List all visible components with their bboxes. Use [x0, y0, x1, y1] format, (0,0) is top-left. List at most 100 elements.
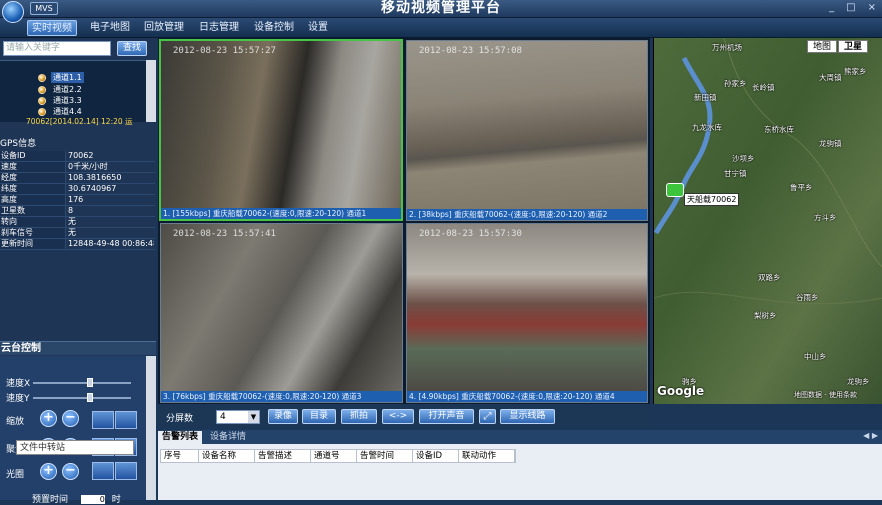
tree-scrollbar[interactable] — [146, 60, 156, 122]
gps-row: 经度 108.3816650 — [0, 173, 155, 184]
video-frame — [161, 224, 402, 391]
tab-scroll-arrows-icon[interactable]: ◀ ▶ — [863, 431, 878, 440]
gps-row: 刹车信号无 — [0, 228, 155, 239]
alarm-tabs: 告警列表 设备详情 ◀ ▶ — [158, 430, 882, 444]
ptz-up-left-button[interactable] — [92, 411, 114, 429]
map-tab-satellite[interactable]: 卫星 — [838, 40, 868, 53]
column-header: 设备ID — [413, 450, 459, 462]
gps-row: 卫星数 8 — [0, 206, 155, 217]
iris-close-button[interactable]: − — [62, 463, 79, 480]
menu-device-control[interactable]: 设备控制 — [252, 20, 296, 36]
menu-playback[interactable]: 回放管理 — [142, 20, 186, 36]
app-title: 移动视频管理平台 — [381, 0, 501, 16]
snapshot-button[interactable]: 抓拍 — [341, 409, 377, 424]
maximize-icon[interactable]: □ — [846, 2, 855, 13]
speed-x-label: 速度X — [6, 379, 31, 389]
gps-row: 速度 0千米/小时 — [0, 162, 155, 173]
speed-x-knob[interactable] — [86, 378, 93, 387]
map-place-label: 谷雨乡 — [796, 293, 819, 302]
vehicle-label[interactable]: 天船载70062 — [684, 193, 740, 206]
zoom-in-button[interactable]: + — [40, 410, 57, 427]
zoom-out-button[interactable]: − — [62, 410, 79, 427]
ptz-panel: 速度X 速度Y 缩放 + − 聚焦 + − 光圈 + − — [0, 356, 146, 500]
map-place-label: 万州机场 — [712, 43, 742, 52]
map-place-label: 孙家乡 — [724, 79, 747, 88]
video-timestamp: 2012-08-23 15:57:30 — [419, 229, 522, 239]
split-count-select[interactable]: 4 ▼ — [216, 410, 260, 424]
map-tab-map[interactable]: 地图 — [807, 40, 837, 53]
open-sound-button[interactable]: 打开声音 — [419, 409, 474, 424]
tab-device-detail[interactable]: 设备详情 — [206, 431, 250, 444]
video-tile-2[interactable]: 2012-08-23 15:57:08 2. [38kbps] 重庆船载7006… — [406, 40, 648, 221]
menu-bar: 实时视频 电子地图 回放管理 日志管理 设备控制 设置 — [0, 18, 882, 38]
fullscreen-icon[interactable]: ⤢ — [479, 409, 496, 424]
menu-settings[interactable]: 设置 — [306, 20, 330, 36]
video-timestamp: 2012-08-23 15:57:27 — [173, 46, 276, 56]
map-place-label: 大周镇 — [819, 73, 842, 82]
map-place-label: 双路乡 — [758, 273, 781, 282]
directory-button[interactable]: 目录 — [302, 409, 336, 424]
video-tile-3[interactable]: 2012-08-23 15:57:41 3. [76kbps] 重庆船载7006… — [160, 223, 403, 403]
swap-button[interactable]: <-> — [382, 409, 414, 424]
search-input[interactable]: 请输入关键字 — [3, 41, 111, 56]
map-place-label: 新田镇 — [694, 93, 717, 102]
menu-realtime-video[interactable]: 实时视频 — [27, 20, 77, 36]
ptz-up-button[interactable] — [115, 411, 137, 429]
gps-row: 纬度 30.6740967 — [0, 184, 155, 195]
column-header: 通道号 — [311, 450, 357, 462]
speed-y-knob[interactable] — [86, 393, 93, 402]
video-grid: 2012-08-23 15:57:27 1. [155kbps] 重庆船载700… — [158, 38, 650, 404]
chevron-down-icon: ▼ — [248, 411, 259, 423]
vehicle-marker-icon[interactable] — [666, 183, 684, 197]
alarm-table-header: 序号 设备名称 告警描述 通道号 告警时间 设备ID 联动动作 — [160, 449, 516, 463]
ptz-scrollbar[interactable] — [146, 356, 156, 500]
google-logo: Google — [657, 384, 705, 398]
column-header: 设备名称 — [199, 450, 255, 462]
ptz-down-left-button[interactable] — [92, 462, 114, 480]
menu-logs[interactable]: 日志管理 — [197, 20, 241, 36]
map-copyright: 地图数据 - 使用条款 — [794, 391, 857, 399]
minimize-icon[interactable]: _ — [829, 2, 834, 13]
video-timestamp: 2012-08-23 15:57:41 — [173, 229, 276, 239]
window-controls: _ □ × — [829, 2, 876, 13]
menu-e-map[interactable]: 电子地图 — [88, 20, 132, 36]
map-place-label: 鲁平乡 — [790, 183, 813, 192]
map-place-label: 东桥水库 — [764, 125, 794, 134]
video-frame — [161, 41, 401, 208]
tree-channel-2[interactable]: 通道2.2 — [38, 84, 84, 95]
tab-alarm-list[interactable]: 告警列表 — [158, 431, 203, 444]
preset-time-label: 预置时间 — [32, 495, 69, 505]
video-frame — [407, 224, 647, 391]
video-tile-1[interactable]: 2012-08-23 15:57:27 1. [155kbps] 重庆船载700… — [159, 39, 403, 221]
column-header: 告警描述 — [255, 450, 311, 462]
speed-y-slider[interactable] — [33, 393, 131, 402]
tree-channel-1[interactable]: 通道1.1 — [38, 72, 84, 83]
column-header: 告警时间 — [357, 450, 413, 462]
video-status-bar: 4. [4.90kbps] 重庆船载70062-(速度:0,限速:20-120)… — [407, 391, 647, 402]
camera-icon — [38, 96, 46, 105]
video-timestamp: 2012-08-23 15:57:08 — [419, 46, 522, 56]
map-place-label: 甘宁镇 — [724, 169, 747, 178]
column-header: 序号 — [161, 450, 199, 462]
map-place-label: 熊家乡 — [844, 67, 867, 76]
video-control-bar: 分屏数 4 ▼ 录像 目录 抓拍 <-> 打开声音 ⤢ 显示线路 — [158, 406, 650, 428]
map-place-label: 沙坝乡 — [732, 154, 755, 163]
video-tile-4[interactable]: 2012-08-23 15:57:30 4. [4.90kbps] 重庆船载70… — [406, 223, 648, 403]
preset-time-row: 预置时间 0 时 — [32, 492, 121, 505]
show-route-button[interactable]: 显示线路 — [500, 409, 555, 424]
close-icon[interactable]: × — [868, 2, 876, 13]
speed-y-label: 速度Y — [6, 394, 30, 404]
search-button[interactable]: 查找 — [117, 41, 147, 56]
speed-x-slider[interactable] — [33, 378, 131, 387]
iris-open-button[interactable]: + — [40, 463, 57, 480]
video-frame — [407, 41, 647, 209]
zoom-label: 缩放 — [6, 417, 25, 427]
record-button[interactable]: 录像 — [268, 409, 298, 424]
tree-device-70062[interactable]: 70062[2014.02.14] 12:20 运 — [26, 116, 133, 127]
tree-channel-3[interactable]: 通道3.3 — [38, 95, 84, 106]
map-place-label: 中山乡 — [804, 352, 827, 361]
ptz-down-button[interactable] — [115, 462, 137, 480]
device-tree: 通道1.1 通道2.2 通道3.3 通道4.4 70062[2014.02.14… — [0, 60, 156, 126]
map-panel[interactable]: 地图 卫星 万州机场 新田镇 长岭镇 大周镇 九龙水库 东桥水库 沙坝乡 甘宁镇… — [653, 38, 882, 404]
preset-time-unit: 时 — [111, 495, 121, 505]
